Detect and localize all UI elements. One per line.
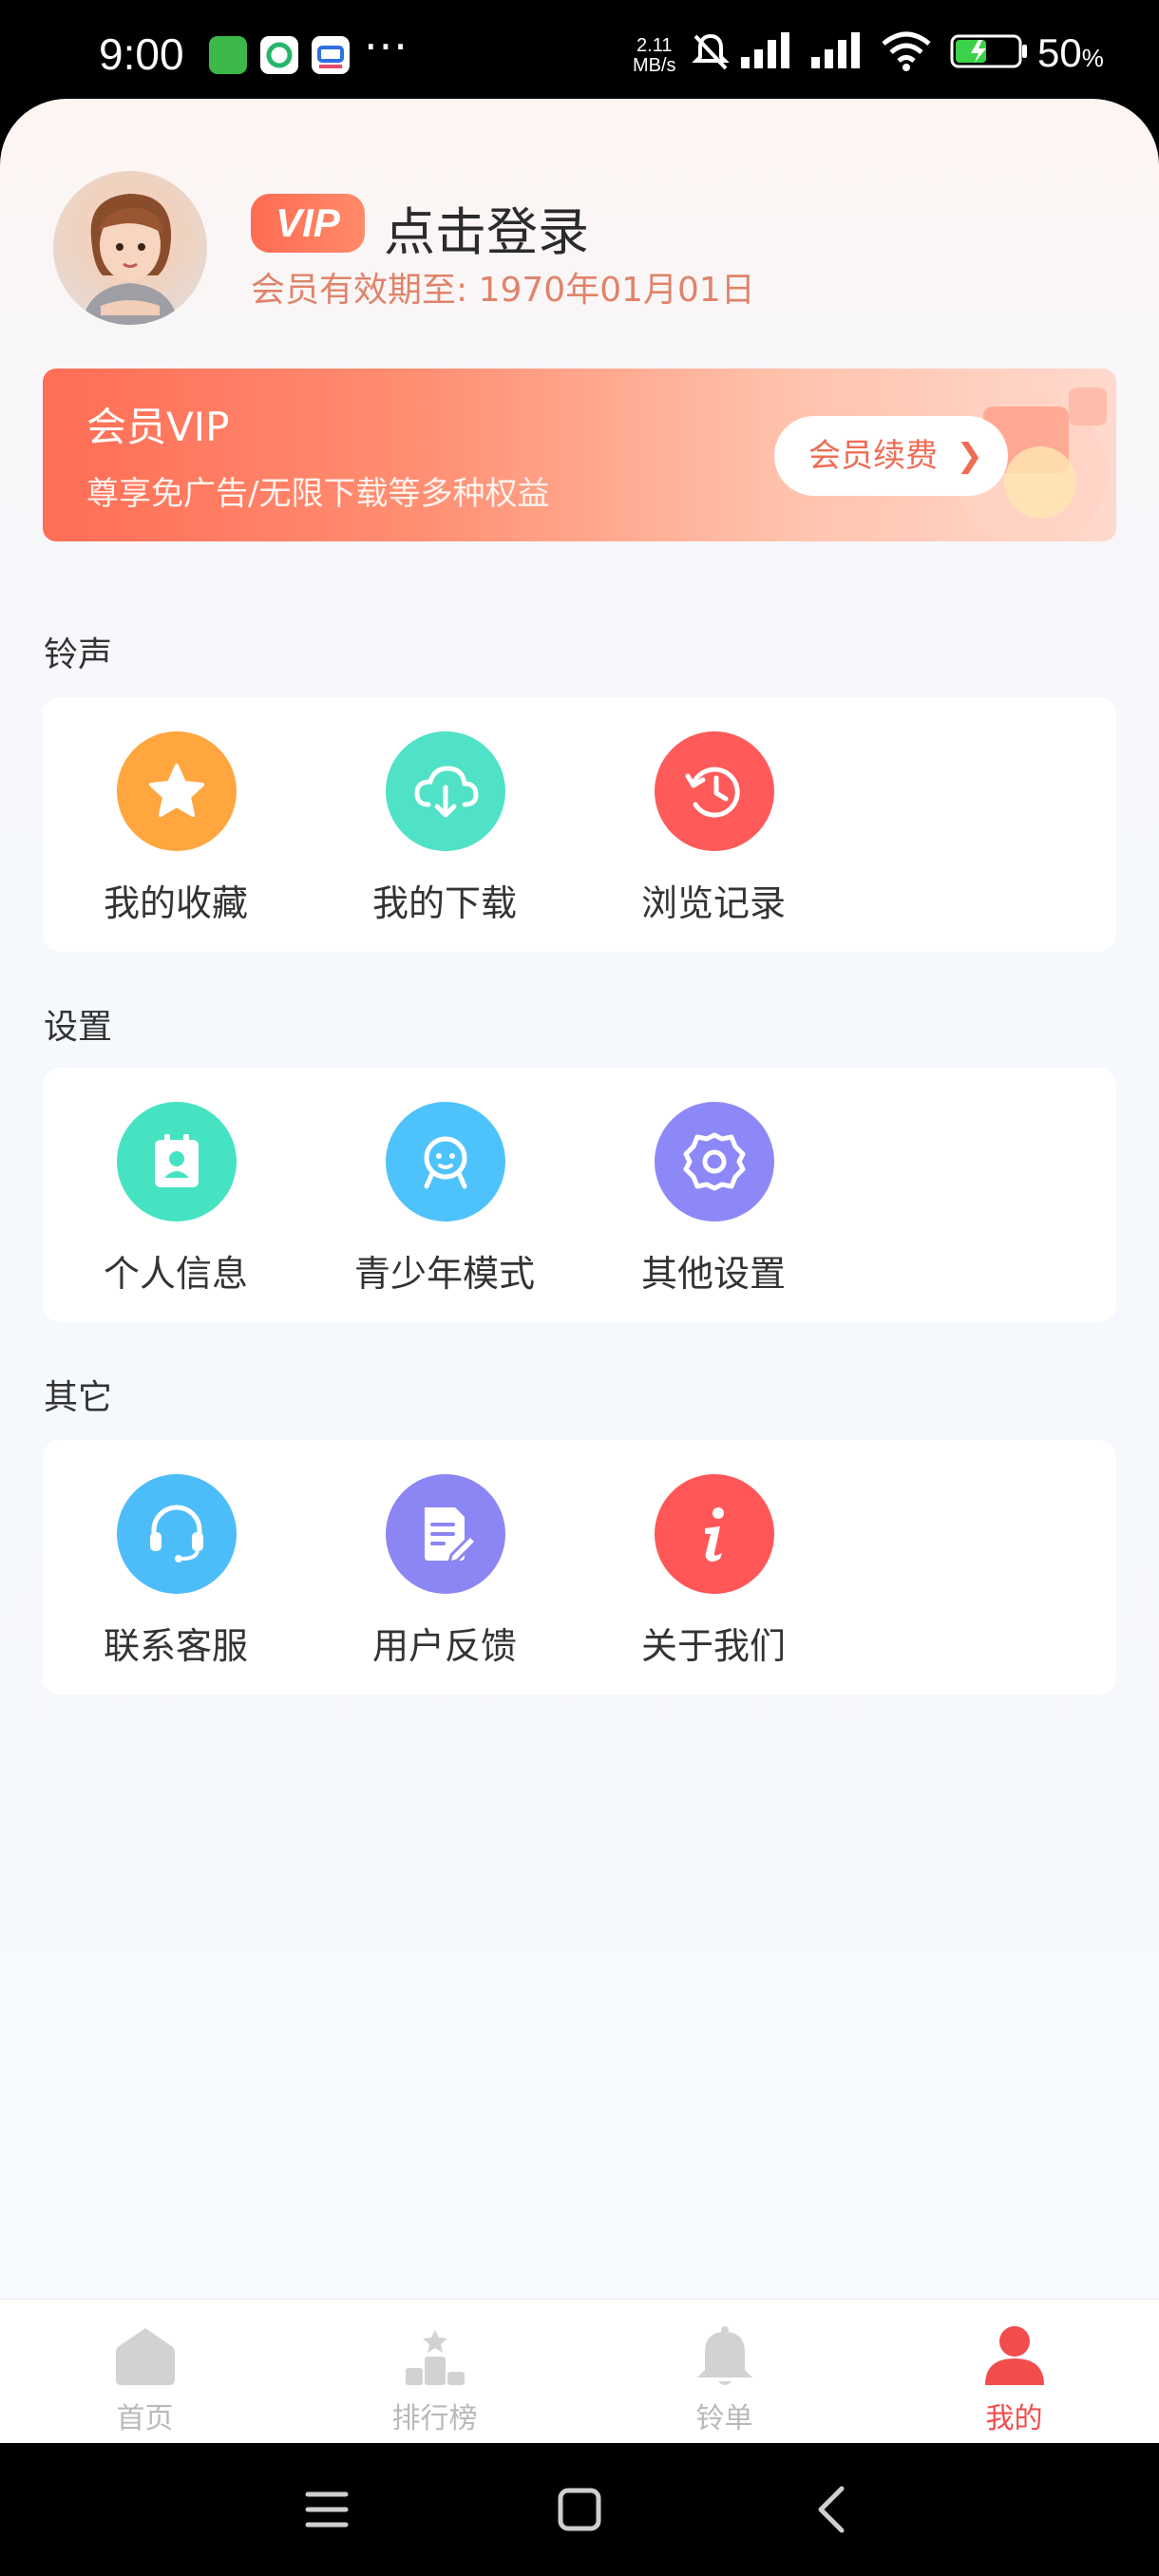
history-icon — [655, 731, 774, 851]
about-us-label: 关于我们 — [640, 1625, 786, 1667]
menu-icon[interactable] — [298, 2481, 355, 2538]
cloud-download-icon — [386, 731, 505, 851]
status-time: 9:00 — [99, 29, 184, 79]
vip-membership-card[interactable]: 会员VIP 尊享免广告/无限下载等多种权益 会员续费 ❯ — [43, 369, 1116, 541]
vip-card-subtitle: 尊享免广告/无限下载等多种权益 — [86, 475, 550, 513]
feedback-item[interactable]: 用户反馈 — [312, 1440, 578, 1695]
renew-button-label: 会员续费 — [808, 437, 938, 475]
app-icon-blue — [312, 36, 350, 74]
tab-mine[interactable]: 我的 — [869, 2300, 1159, 2444]
customer-service-label: 联系客服 — [103, 1625, 248, 1667]
app-icon-free-ringtone — [209, 36, 247, 74]
bell-icon — [697, 2326, 752, 2385]
status-bar: 9:00 ··· 2.11 MB/s 50% — [0, 0, 1159, 104]
avatar-image — [82, 194, 179, 325]
tab-ranking-label: 排行榜 — [391, 2402, 478, 2435]
favorites-label: 我的收藏 — [103, 882, 248, 924]
bottom-tab-bar: 首页 排行榜 铃单 我的 — [0, 2299, 1159, 2444]
tab-ringlist[interactable]: 铃单 — [580, 2300, 869, 2444]
tab-mine-label: 我的 — [985, 2402, 1043, 2435]
chevron-right-icon: ❯ — [956, 437, 984, 475]
system-nav-bar — [0, 2443, 1159, 2576]
history-item[interactable]: 浏览记录 — [580, 697, 846, 952]
vip-badge: VIP — [251, 194, 365, 253]
tab-ringlist-label: 铃单 — [695, 2402, 753, 2435]
gear-icon — [655, 1102, 774, 1222]
mute-bell-icon — [692, 33, 730, 70]
home-icon — [116, 2328, 175, 2385]
battery-charging-icon — [950, 34, 1027, 68]
ranking-icon — [406, 2330, 465, 2385]
app-icon-green — [260, 36, 298, 74]
profile-page: VIP 点击登录 会员有效期至: 1970年01月01日 会员VIP 尊享免广告… — [0, 99, 1159, 2299]
avatar[interactable] — [53, 171, 207, 325]
history-label: 浏览记录 — [640, 882, 786, 924]
signal-icon — [811, 32, 860, 68]
headset-icon — [117, 1474, 237, 1594]
tab-home-label: 首页 — [116, 2402, 174, 2435]
profile-card-icon — [117, 1102, 237, 1222]
settings-card: 个人信息 青少年模式 其他设置 — [43, 1068, 1116, 1322]
teen-face-icon — [386, 1102, 505, 1222]
signal-icon — [741, 32, 789, 68]
battery-percent: 50% — [1037, 30, 1104, 75]
more-dots-icon: ··· — [364, 21, 408, 72]
other-settings-item[interactable]: 其他设置 — [580, 1068, 846, 1322]
other-card: 联系客服 用户反馈 关于我们 — [43, 1440, 1116, 1695]
info-icon — [655, 1474, 774, 1594]
other-settings-label: 其他设置 — [640, 1253, 786, 1295]
downloads-item[interactable]: 我的下载 — [312, 697, 578, 952]
wifi-icon — [882, 31, 931, 71]
downloads-label: 我的下载 — [371, 882, 517, 924]
login-link[interactable]: 点击登录 — [384, 190, 589, 265]
ringtone-card: 我的收藏 我的下载 浏览记录 — [43, 697, 1116, 952]
net-speed: 2.11 MB/s — [633, 35, 676, 76]
star-icon — [117, 731, 237, 851]
back-icon[interactable] — [804, 2481, 861, 2538]
teen-mode-label: 青少年模式 — [353, 1253, 535, 1295]
home-square-icon[interactable] — [551, 2481, 608, 2538]
feedback-label: 用户反馈 — [371, 1625, 517, 1667]
customer-service-item[interactable]: 联系客服 — [43, 1440, 309, 1695]
about-us-item[interactable]: 关于我们 — [580, 1440, 846, 1695]
tab-ranking[interactable]: 排行榜 — [290, 2300, 580, 2444]
section-title-ringtone: 铃声 — [44, 635, 113, 674]
personal-info-item[interactable]: 个人信息 — [43, 1068, 309, 1322]
membership-expire-text: 会员有效期至: 1970年01月01日 — [251, 271, 755, 310]
vip-card-title: 会员VIP — [86, 404, 230, 450]
section-title-other: 其它 — [44, 1378, 113, 1417]
renew-membership-button[interactable]: 会员续费 ❯ — [774, 416, 1008, 496]
tab-home[interactable]: 首页 — [0, 2300, 290, 2444]
favorites-item[interactable]: 我的收藏 — [43, 697, 309, 952]
user-icon — [985, 2326, 1044, 2385]
section-title-settings: 设置 — [44, 1008, 113, 1047]
teen-mode-item[interactable]: 青少年模式 — [312, 1068, 578, 1322]
feedback-icon — [386, 1474, 505, 1594]
personal-info-label: 个人信息 — [103, 1253, 248, 1295]
